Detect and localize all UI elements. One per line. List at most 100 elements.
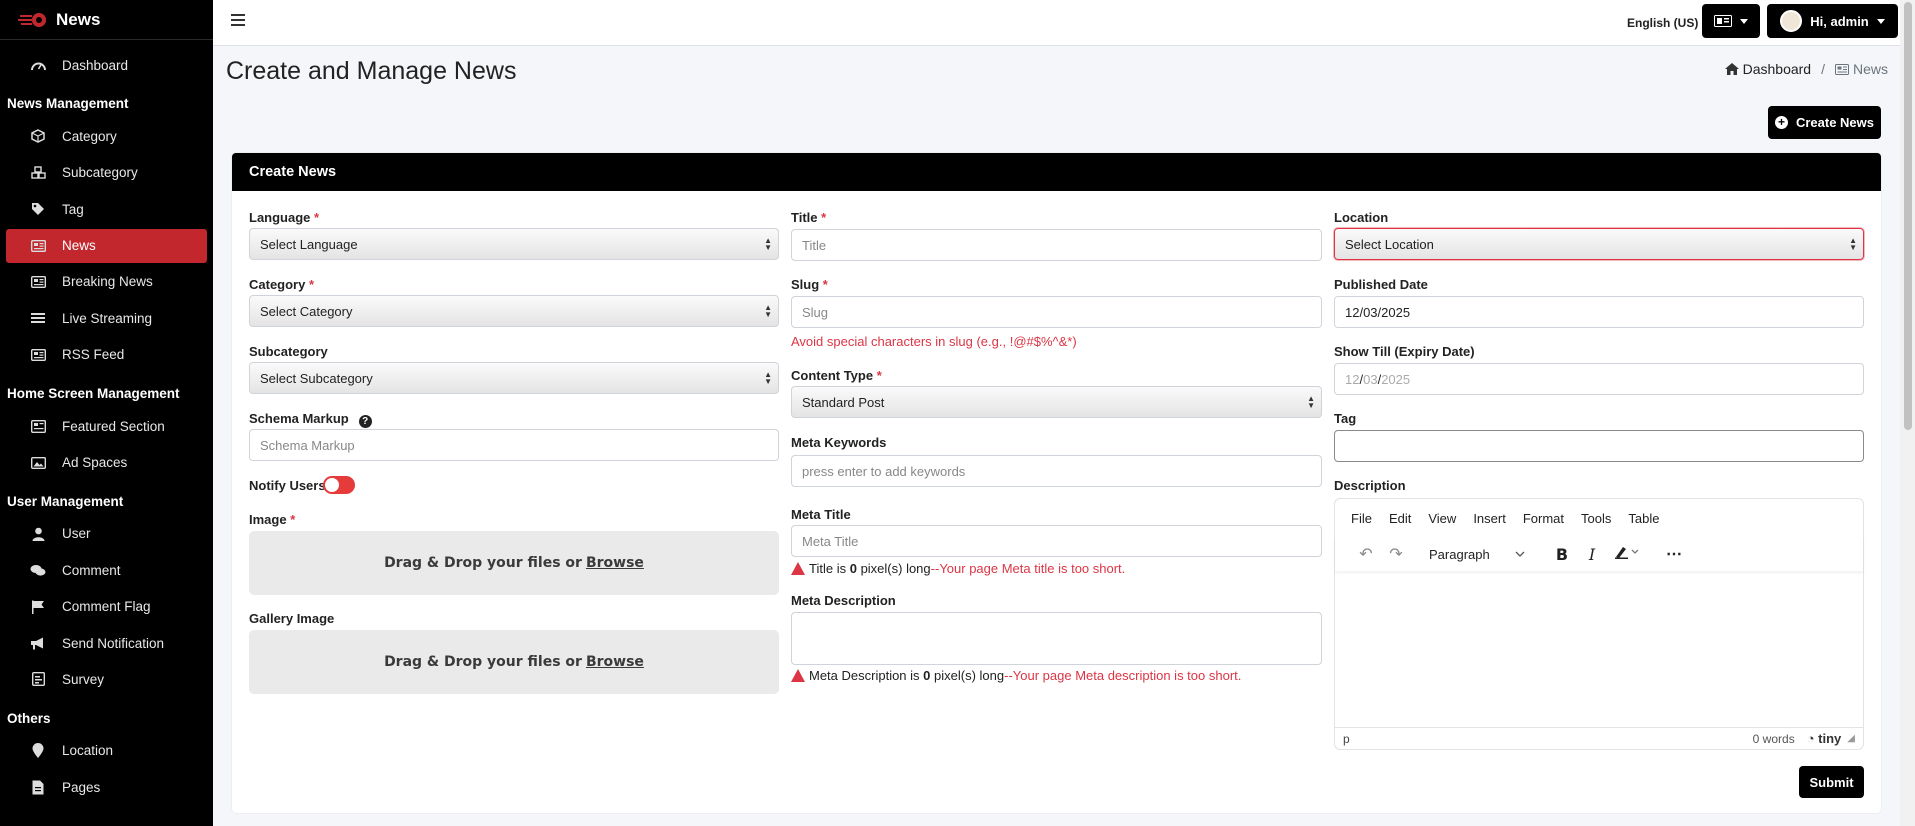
sidebar-item-label: Pages: [62, 779, 101, 795]
bold-icon[interactable]: B: [1547, 545, 1577, 564]
rich-text-editor: File Edit View Insert Format Tools Table ↶ ↷ P…: [1334, 498, 1864, 750]
editor-content-area[interactable]: [1335, 571, 1863, 729]
sidebar-item-live-streaming[interactable]: Live Streaming: [6, 301, 207, 335]
editor-menu-table[interactable]: Table: [1628, 511, 1659, 526]
poll-icon: [30, 671, 46, 687]
menu-toggle-icon[interactable]: [231, 14, 245, 26]
logo-icon: [18, 11, 48, 29]
language-label[interactable]: English (US): [1627, 16, 1698, 30]
published-date-input[interactable]: 12/03/2025: [1334, 296, 1864, 328]
newspaper-icon: [30, 238, 46, 254]
show-till-date-input[interactable]: 12/03/2025: [1334, 363, 1864, 395]
newspaper-icon: [30, 347, 46, 363]
editor-menu-view[interactable]: View: [1428, 511, 1456, 526]
language-switch-button[interactable]: [1702, 4, 1760, 38]
list-icon: [30, 310, 46, 326]
page-scrollbar[interactable]: [1900, 0, 1915, 826]
schema-markup-input[interactable]: Schema Markup: [249, 429, 779, 461]
more-options-icon[interactable]: ⋯: [1659, 544, 1689, 564]
sidebar-item-comment-flag[interactable]: Comment Flag: [6, 590, 207, 624]
content-type-select[interactable]: Standard Post ▲ ▼: [791, 386, 1322, 418]
page-title: Create and Manage News: [226, 57, 517, 85]
language-select[interactable]: Select Language ▲ ▼: [249, 228, 779, 260]
sidebar-item-label: Ad Spaces: [62, 455, 128, 471]
category-select[interactable]: Select Category ▲ ▼: [249, 295, 779, 327]
element-path[interactable]: p: [1343, 732, 1350, 746]
comments-icon: [30, 562, 46, 578]
sidebar-item-ad-spaces[interactable]: Ad Spaces: [6, 446, 207, 480]
editor-menu-edit[interactable]: Edit: [1389, 511, 1411, 526]
editor-statusbar: p 0 words ◔ tiny ◢: [1335, 727, 1863, 749]
sidebar-item-user[interactable]: User: [6, 517, 207, 551]
sidebar-item-location[interactable]: Location: [6, 734, 207, 768]
meta-title-input[interactable]: Meta Title: [791, 525, 1322, 557]
sidebar-item-label: Featured Section: [62, 418, 165, 434]
browse-link[interactable]: Browse: [586, 654, 644, 670]
browse-link[interactable]: Browse: [586, 555, 644, 571]
scrollbar-thumb[interactable]: [1904, 2, 1912, 430]
notify-users-toggle[interactable]: [323, 476, 355, 494]
description-label: Description: [1334, 478, 1406, 493]
italic-icon[interactable]: I: [1577, 545, 1607, 564]
sidebar-section-header: User Management: [7, 493, 124, 509]
map-pin-icon: [30, 743, 46, 759]
slug-input[interactable]: Slug: [791, 296, 1322, 328]
sidebar-item-tag[interactable]: Tag: [6, 192, 207, 226]
meta-description-textarea[interactable]: [791, 612, 1322, 665]
editor-menu-insert[interactable]: Insert: [1473, 511, 1506, 526]
undo-icon[interactable]: ↶: [1351, 544, 1381, 564]
sidebar-section-header: Home Screen Management: [7, 386, 180, 402]
published-date-label: Published Date: [1334, 277, 1428, 292]
user-menu-button[interactable]: Hi, admin: [1767, 4, 1898, 38]
gallery-image-dropzone[interactable]: Drag & Drop your files or Browse: [249, 630, 779, 694]
meta-keywords-label: Meta Keywords: [791, 435, 887, 450]
editor-menu-file[interactable]: File: [1351, 511, 1372, 526]
submit-button[interactable]: Submit: [1799, 766, 1864, 798]
select-arrows-icon: ▲ ▼: [764, 236, 772, 252]
brand[interactable]: News: [0, 0, 213, 40]
resize-handle-icon[interactable]: ◢: [1847, 733, 1855, 744]
create-news-button[interactable]: + Create News: [1768, 106, 1881, 139]
sidebar-item-breaking-news[interactable]: Breaking News: [6, 265, 207, 299]
sidebar-item-comment[interactable]: Comment: [6, 553, 207, 587]
word-count[interactable]: 0 words: [1753, 732, 1795, 746]
sidebar-item-send-notification[interactable]: Send Notification: [6, 626, 207, 660]
tiny-logo[interactable]: ◔ tiny: [1807, 731, 1842, 746]
sidebar-item-category[interactable]: Category: [6, 119, 207, 153]
sidebar-item-label: Comment Flag: [62, 599, 151, 615]
image-dropzone[interactable]: Drag & Drop your files or Browse: [249, 531, 779, 595]
schema-markup-label: Schema Markup?: [249, 411, 372, 428]
title-input[interactable]: Title: [791, 229, 1322, 261]
dashboard-icon: [30, 57, 46, 73]
user-icon: [30, 526, 46, 542]
sidebar-section-header: Others: [7, 710, 51, 726]
block-format-select[interactable]: Paragraph: [1423, 542, 1531, 566]
sidebar-item-pages[interactable]: Pages: [6, 770, 207, 804]
category-label: Category *: [249, 277, 315, 292]
select-arrows-icon: ▲ ▼: [1849, 236, 1857, 252]
breadcrumb-home-link[interactable]: Dashboard: [1743, 61, 1812, 77]
home-icon: [1724, 63, 1739, 75]
chevron-down-icon: [1515, 551, 1525, 557]
sidebar-item-rss-feed[interactable]: RSS Feed: [6, 338, 207, 372]
tag-input[interactable]: [1334, 430, 1864, 462]
location-select[interactable]: Select Location ▲ ▼: [1334, 228, 1864, 260]
redo-icon[interactable]: ↷: [1381, 544, 1411, 564]
location-label: Location: [1334, 210, 1389, 225]
sidebar-item-survey[interactable]: Survey: [6, 662, 207, 696]
meta-keywords-input[interactable]: press enter to add keywords: [791, 455, 1322, 487]
editor-menu-format[interactable]: Format: [1523, 511, 1564, 526]
select-arrows-icon: ▲ ▼: [764, 303, 772, 319]
sidebar-item-featured-section[interactable]: Featured Section: [6, 409, 207, 443]
sidebar-item-subcategory[interactable]: Subcategory: [6, 156, 207, 190]
subcategory-select[interactable]: Select Subcategory ▲ ▼: [249, 362, 779, 394]
question-circle-icon[interactable]: ?: [358, 415, 372, 428]
layers-icon: [30, 418, 46, 434]
newspaper-icon: [30, 274, 46, 290]
sidebar-item-dashboard[interactable]: Dashboard: [6, 48, 207, 82]
card-title: Create News: [232, 153, 1881, 191]
subcategory-label: Subcategory: [249, 344, 328, 359]
editor-menu-tools[interactable]: Tools: [1581, 511, 1611, 526]
sidebar-item-news[interactable]: News: [6, 228, 207, 263]
highlight-color-icon[interactable]: [1607, 545, 1647, 564]
